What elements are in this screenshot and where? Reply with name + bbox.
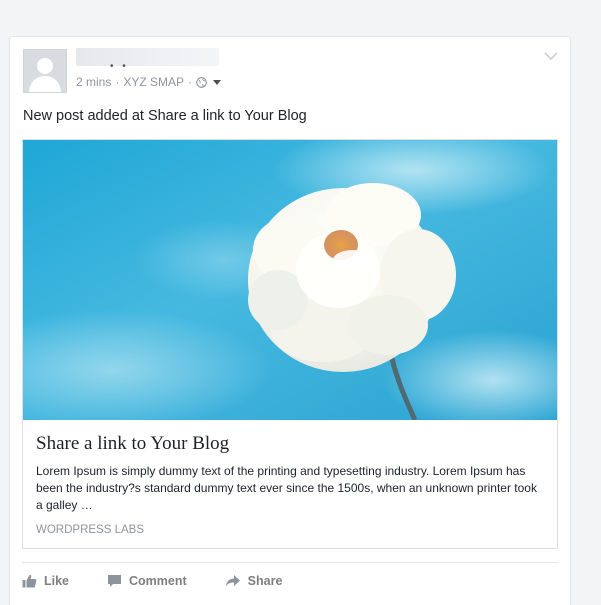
timestamp[interactable]: 2 mins bbox=[76, 75, 111, 89]
audience-caret-icon[interactable] bbox=[213, 79, 222, 85]
actions-divider bbox=[22, 562, 558, 563]
separator-dot: · bbox=[115, 75, 120, 89]
link-preview[interactable]: Share a link to Your Blog Lorem Ipsum is… bbox=[22, 139, 558, 549]
comment-icon bbox=[108, 575, 122, 587]
like-button[interactable]: Like bbox=[22, 574, 69, 588]
post-card: • • 2 mins · XYZ SMAP · New post added a… bbox=[9, 36, 571, 605]
author-name-redacted[interactable] bbox=[76, 48, 219, 66]
post-meta: 2 mins · XYZ SMAP · bbox=[76, 75, 222, 89]
avatar[interactable] bbox=[23, 49, 67, 93]
globe-icon[interactable] bbox=[196, 76, 207, 88]
separator-dot: · bbox=[188, 75, 193, 89]
link-description: Lorem Ipsum is simply dummy text of the … bbox=[36, 464, 537, 512]
redaction-dots: • • bbox=[110, 61, 129, 72]
flower-image bbox=[23, 140, 557, 420]
app-name[interactable]: XYZ SMAP bbox=[123, 75, 184, 89]
share-button[interactable]: Share bbox=[225, 574, 283, 588]
chevron-down-icon[interactable] bbox=[544, 51, 558, 61]
action-bar: Like Comment Share bbox=[22, 570, 320, 592]
share-arrow-icon bbox=[225, 575, 240, 587]
link-preview-image[interactable] bbox=[23, 140, 557, 420]
share-label: Share bbox=[247, 574, 283, 588]
default-profile-icon bbox=[24, 50, 66, 92]
like-label: Like bbox=[44, 574, 70, 588]
comment-label: Comment bbox=[129, 574, 187, 588]
thumbs-up-icon bbox=[22, 574, 37, 588]
post-text: New post added at Share a link to Your B… bbox=[23, 108, 307, 124]
link-title[interactable]: Share a link to Your Blog bbox=[36, 433, 229, 455]
link-domain: WORDPRESS LABS bbox=[36, 524, 144, 536]
comment-button[interactable]: Comment bbox=[107, 574, 187, 588]
